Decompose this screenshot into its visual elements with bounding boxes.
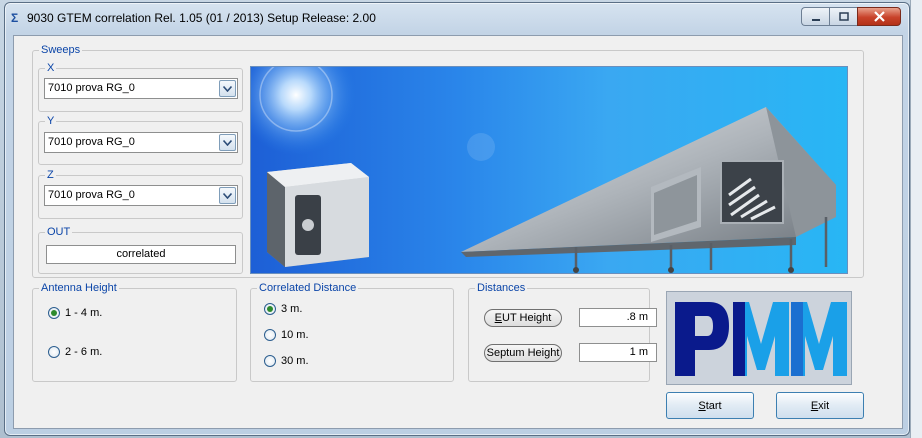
minimize-button[interactable] [801, 7, 829, 26]
x-label: X [45, 62, 57, 75]
antenna-height-option-label: 2 - 6 m. [65, 346, 103, 358]
radio-unselected-icon [264, 329, 276, 341]
eut-height-label-rest: UT Height [502, 312, 552, 324]
antenna-height-label: Antenna Height [39, 282, 119, 295]
distance-option-label: 3 m. [281, 303, 303, 315]
maximize-button[interactable] [829, 7, 857, 26]
z-sweep-value: 7010 prova RG_0 [48, 189, 135, 201]
start-label-rest: tart [705, 399, 722, 412]
start-button[interactable]: Start [666, 392, 754, 419]
distance-3m-radio[interactable]: 3 m. [264, 303, 302, 315]
radio-unselected-icon [48, 346, 60, 358]
radio-unselected-icon [264, 355, 276, 367]
antenna-height-1-4-radio[interactable]: 1 - 4 m. [48, 307, 102, 319]
y-sweep-select[interactable]: 7010 prova RG_0 [44, 132, 238, 153]
close-button[interactable] [857, 7, 901, 26]
correlated-distance-label: Correlated Distance [257, 282, 359, 295]
radio-selected-icon [264, 303, 276, 315]
out-label: OUT [45, 226, 73, 239]
window-controls [801, 7, 901, 27]
chevron-down-icon[interactable] [219, 80, 236, 97]
pmm-logo [666, 291, 852, 385]
x-sweep-value: 7010 prova RG_0 [48, 82, 135, 94]
gtem-cell-illustration [250, 66, 848, 274]
x-sweep-select[interactable]: 7010 prova RG_0 [44, 78, 238, 99]
gtem-cell [461, 107, 836, 273]
close-icon [873, 11, 885, 22]
background-window-edge [910, 0, 922, 438]
exit-label-rest: xit [818, 399, 830, 412]
eut-height-mnemonic: E [494, 312, 502, 324]
eut-height-button[interactable]: E UT Height [484, 309, 562, 327]
receiver-device [267, 163, 369, 267]
y-sweep-value: 7010 prova RG_0 [48, 136, 135, 148]
chevron-down-icon[interactable] [219, 134, 236, 151]
distances-group: Distances [468, 282, 650, 382]
sigma-icon: Σ [11, 11, 19, 25]
out-field[interactable]: correlated [46, 245, 236, 264]
septum-height-field[interactable]: 1 m [579, 343, 657, 362]
main-window: Σ 9030 GTEM correlation Rel. 1.05 (01 / … [4, 2, 910, 436]
start-mnemonic: S [698, 399, 706, 412]
distance-10m-radio[interactable]: 10 m. [264, 329, 309, 341]
title-bar[interactable]: Σ 9030 GTEM correlation Rel. 1.05 (01 / … [5, 3, 909, 33]
minimize-icon [811, 18, 820, 21]
septum-height-label: Septum Height [486, 347, 560, 359]
distance-30m-radio[interactable]: 30 m. [264, 355, 309, 367]
maximize-icon [838, 11, 849, 21]
antenna-height-option-label: 1 - 4 m. [65, 307, 103, 319]
exit-mnemonic: E [810, 399, 819, 412]
sweeps-label: Sweeps [39, 44, 83, 57]
distances-label: Distances [475, 282, 528, 295]
eut-height-field[interactable]: .8 m [579, 308, 657, 327]
z-sweep-select[interactable]: 7010 prova RG_0 [44, 185, 238, 206]
window-title: 9030 GTEM correlation Rel. 1.05 (01 / 20… [27, 11, 376, 25]
client-area: Sweeps X 7010 prova RG_0 Y 7010 prova RG… [13, 35, 903, 429]
exit-button[interactable]: Exit [776, 392, 864, 419]
y-label: Y [45, 115, 57, 128]
radio-selected-icon [48, 307, 60, 319]
antenna-height-group: Antenna Height [32, 282, 237, 382]
chevron-down-icon[interactable] [219, 187, 236, 204]
septum-height-button[interactable]: Septum Height [484, 344, 562, 362]
distance-option-label: 10 m. [281, 329, 309, 341]
antenna-height-2-6-radio[interactable]: 2 - 6 m. [48, 346, 102, 358]
z-label: Z [45, 169, 56, 182]
distance-option-label: 30 m. [281, 355, 309, 367]
